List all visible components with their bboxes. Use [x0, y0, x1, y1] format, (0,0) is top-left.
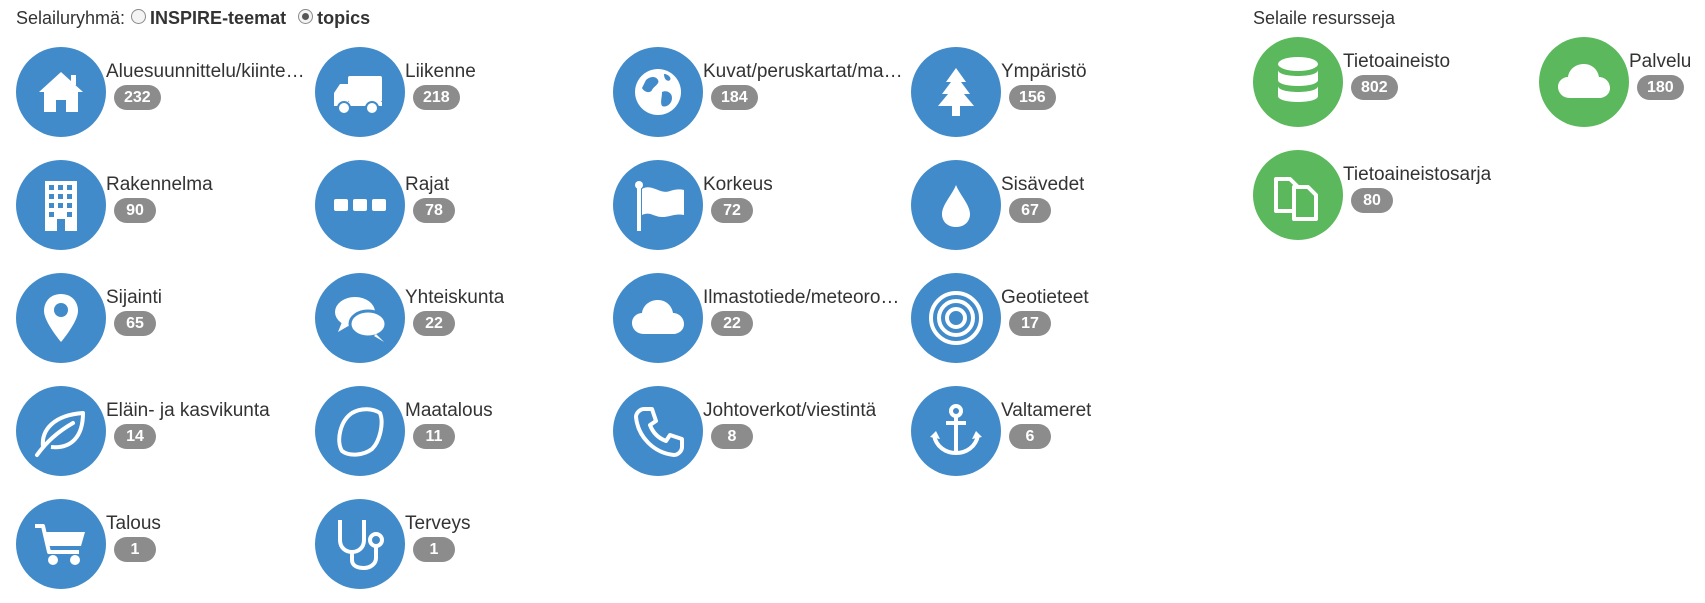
topic-label: Aluesuunnittelu/kiinteistöt [106, 61, 306, 82]
topic-label: Talous [106, 513, 161, 534]
topic-tile[interactable]: Maatalous 11 [315, 386, 605, 486]
radio-topics[interactable] [298, 9, 314, 24]
count-badge: 72 [711, 198, 753, 223]
home-icon [16, 47, 106, 137]
topic-label: Terveys [405, 513, 471, 534]
count-badge: 1 [114, 537, 156, 562]
bullseye-icon [911, 273, 1001, 363]
count-badge: 156 [1009, 85, 1056, 110]
count-badge: 17 [1009, 311, 1051, 336]
resource-label: Tietoaineistosarja [1343, 164, 1492, 185]
count-badge: 90 [114, 198, 156, 223]
radio-inspire-themes[interactable] [131, 9, 147, 24]
count-badge: 1 [413, 537, 455, 562]
topic-tile[interactable]: Ilmastotiede/meteorologia 22 [613, 273, 903, 373]
shopping-cart-icon [16, 499, 106, 589]
stethoscope-icon [315, 499, 405, 589]
count-badge: 802 [1351, 75, 1398, 100]
topic-label: Rakennelma [106, 174, 213, 195]
topic-tile[interactable]: Terveys 1 [315, 499, 605, 599]
tree-icon [911, 47, 1001, 137]
lemon-icon [315, 386, 405, 476]
resource-tile[interactable]: Tietoaineisto 802 [1253, 37, 1513, 137]
topic-label: Rajat [405, 174, 450, 195]
count-badge: 180 [1637, 75, 1684, 100]
count-badge: 67 [1009, 198, 1051, 223]
browse-group-label: Selailuryhmä: [16, 8, 126, 28]
anchor-icon [911, 386, 1001, 476]
count-badge: 218 [413, 85, 460, 110]
topic-tile[interactable]: Korkeus 72 [613, 160, 903, 260]
topic-label: Ympäristö [1001, 61, 1087, 82]
map-pin-icon [16, 273, 106, 363]
topic-label: Johtoverkot/viestintä [703, 400, 877, 421]
topic-label: Kuvat/peruskartat/maankäyttö [703, 61, 903, 82]
topic-label: Ilmastotiede/meteorologia [703, 287, 903, 308]
count-badge: 14 [114, 424, 156, 449]
topic-tile[interactable]: Yhteiskunta 22 [315, 273, 605, 373]
topic-tile[interactable]: Geotieteet 17 [911, 273, 1201, 373]
globe-icon [613, 47, 703, 137]
truck-icon [315, 47, 405, 137]
topic-tile[interactable]: Kuvat/peruskartat/maankäyttö 184 [613, 47, 903, 147]
topic-label: Eläin- ja kasvikunta [106, 400, 270, 421]
topic-tile[interactable]: Sijainti 65 [16, 273, 306, 373]
count-badge: 11 [413, 424, 455, 449]
topic-label: Liikenne [405, 61, 476, 82]
resources-title: Selaile resursseja [1253, 8, 1396, 28]
topic-tile[interactable]: Aluesuunnittelu/kiinteistöt 232 [16, 47, 306, 147]
resource-label: Palvelu [1629, 51, 1692, 72]
count-badge: 8 [711, 424, 753, 449]
topic-label: Sisävedet [1001, 174, 1085, 195]
topic-label: Maatalous [405, 400, 493, 421]
topic-label: Geotieteet [1001, 287, 1089, 308]
topic-label: Sijainti [106, 287, 162, 308]
topic-label: Yhteiskunta [405, 287, 505, 308]
comments-icon [315, 273, 405, 363]
radio-label-inspire-themes[interactable]: INSPIRE-teemat [150, 8, 286, 29]
resource-label: Tietoaineisto [1343, 51, 1451, 72]
cloud-icon [613, 273, 703, 363]
resource-tile[interactable]: Tietoaineistosarja 80 [1253, 150, 1513, 250]
database-icon [1253, 37, 1343, 127]
topic-label: Korkeus [703, 174, 773, 195]
leaf-icon [16, 386, 106, 476]
topic-tile[interactable]: Sisävedet 67 [911, 160, 1201, 260]
cloud-icon [1539, 37, 1629, 127]
topic-tile[interactable]: Eläin- ja kasvikunta 14 [16, 386, 306, 486]
flag-icon [613, 160, 703, 250]
count-badge: 184 [711, 85, 758, 110]
topic-tile[interactable]: Johtoverkot/viestintä 8 [613, 386, 903, 486]
phone-icon [613, 386, 703, 476]
topic-tile[interactable]: Liikenne 218 [315, 47, 605, 147]
water-drop-icon [911, 160, 1001, 250]
topic-label: Valtameret [1001, 400, 1092, 421]
browse-group-selector: Selailuryhmä: INSPIRE-teemat topics [16, 8, 376, 29]
copy-files-icon [1253, 150, 1343, 240]
building-icon [16, 160, 106, 250]
count-badge: 78 [413, 198, 455, 223]
ellipsis-icon [315, 160, 405, 250]
count-badge: 65 [114, 311, 156, 336]
count-badge: 22 [711, 311, 753, 336]
topic-tile[interactable]: Ympäristö 156 [911, 47, 1201, 147]
count-badge: 22 [413, 311, 455, 336]
count-badge: 80 [1351, 188, 1393, 213]
resource-tile[interactable]: Palvelu 180 [1539, 37, 1705, 137]
topic-tile[interactable]: Rajat 78 [315, 160, 605, 260]
topic-tile[interactable]: Valtameret 6 [911, 386, 1201, 486]
count-badge: 232 [114, 85, 161, 110]
count-badge: 6 [1009, 424, 1051, 449]
topic-tile[interactable]: Rakennelma 90 [16, 160, 306, 260]
topic-tile[interactable]: Talous 1 [16, 499, 306, 599]
radio-label-topics[interactable]: topics [317, 8, 370, 29]
